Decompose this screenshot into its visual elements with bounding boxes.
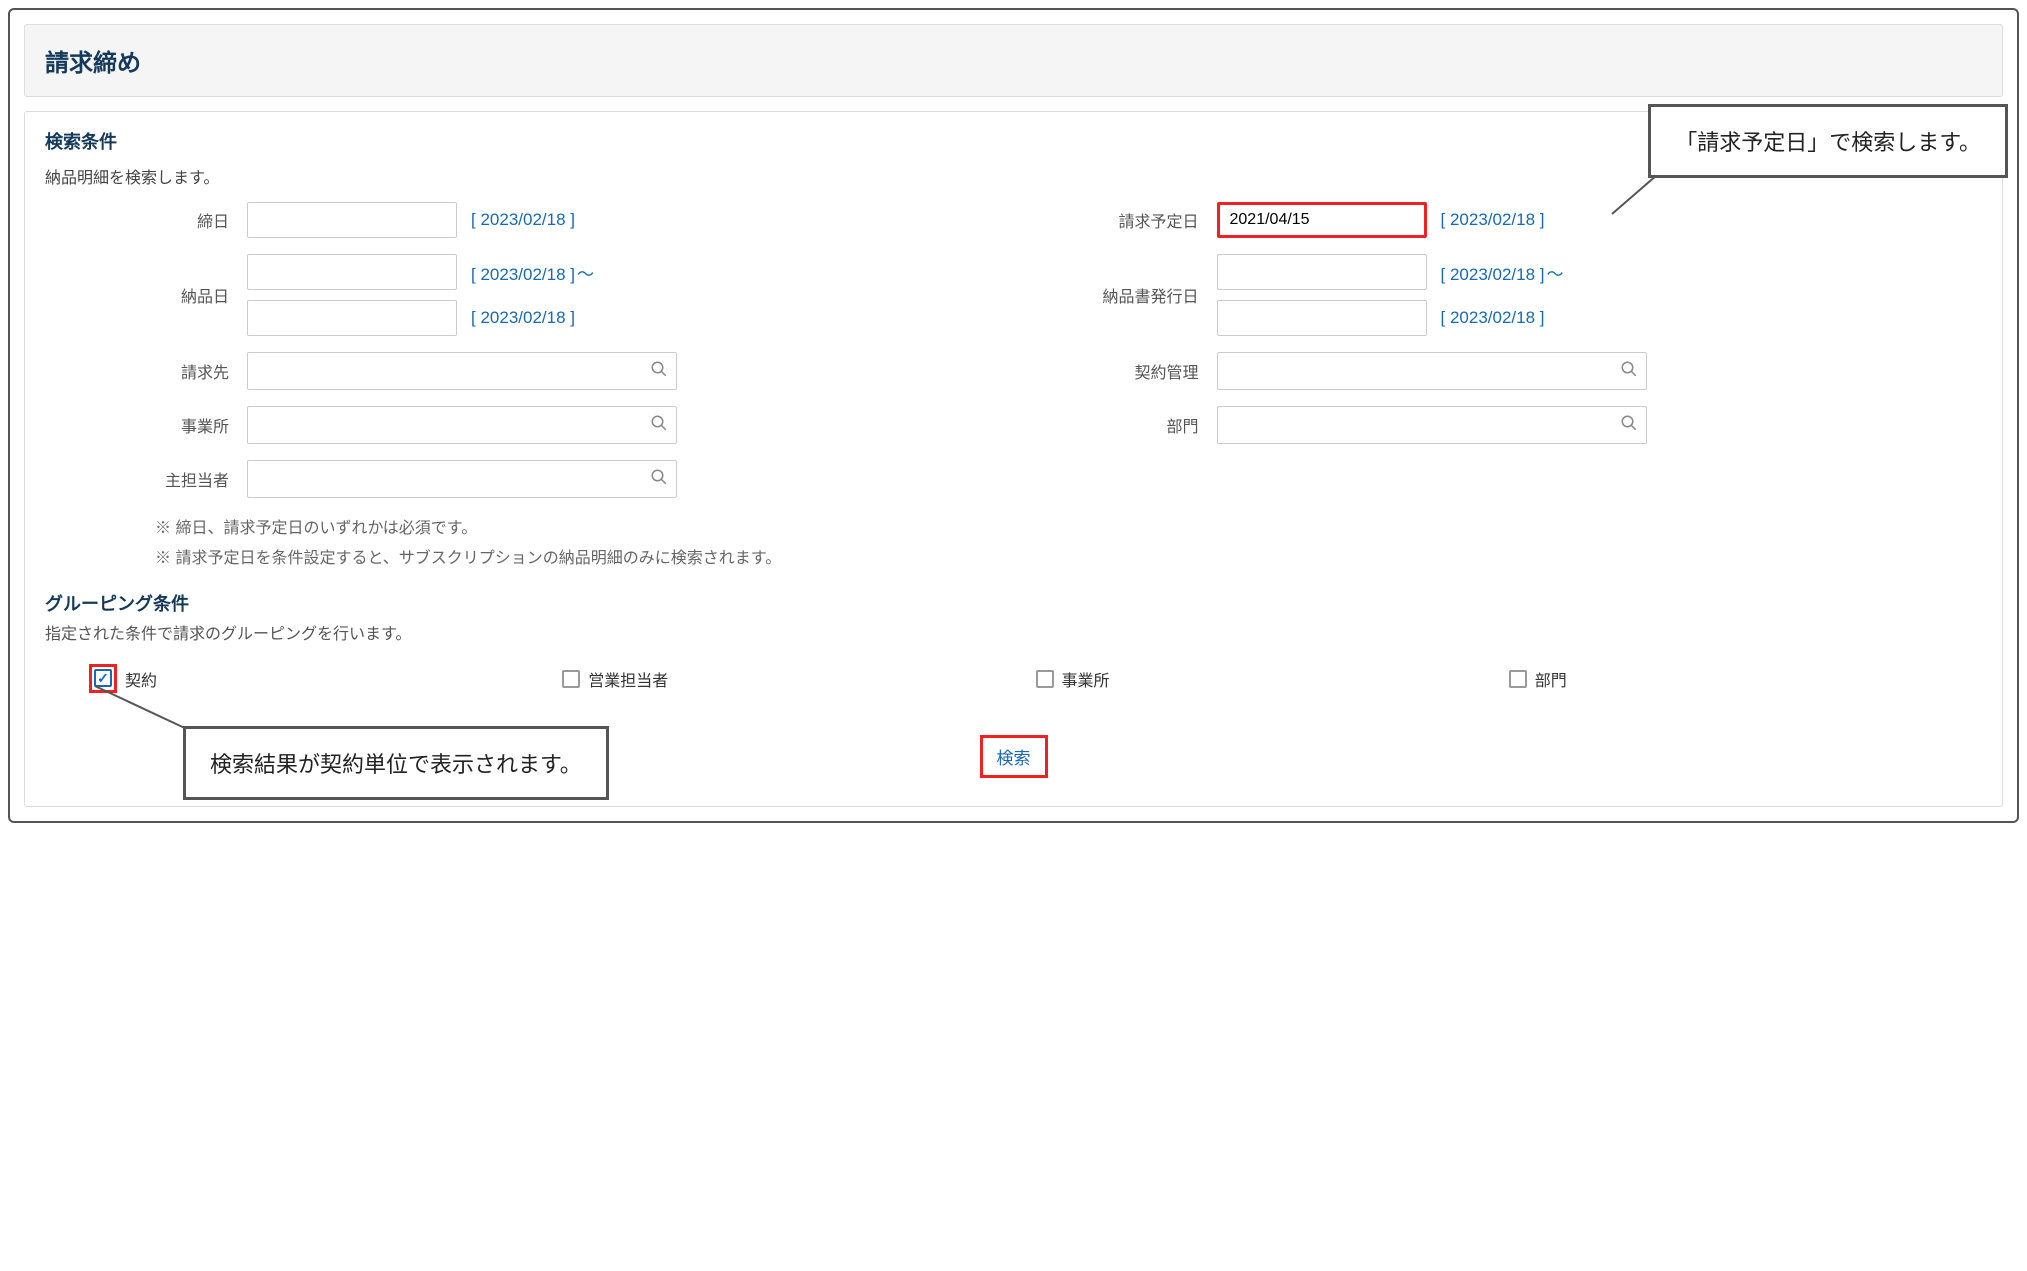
label-slip-issue-date: 納品書発行日 (1025, 283, 1205, 307)
scheduled-bill-date-input[interactable] (1217, 202, 1427, 238)
office-lookup[interactable] (247, 406, 677, 444)
search-icon[interactable] (650, 414, 668, 437)
delivery-date-from-input[interactable] (247, 254, 457, 290)
search-icon[interactable] (650, 468, 668, 491)
main-staff-input[interactable] (258, 470, 650, 488)
grouping-title: グルーピング条件 (45, 590, 1982, 616)
page-title: 請求締め (45, 43, 1982, 78)
slip-issue-to-input[interactable] (1217, 300, 1427, 336)
department-input[interactable] (1228, 416, 1620, 434)
title-bar: 請求締め (24, 24, 2003, 97)
search-icon[interactable] (1620, 414, 1638, 437)
checkbox-department[interactable] (1509, 670, 1527, 688)
checkbox-office[interactable] (1036, 670, 1054, 688)
grouping-description: 指定された条件で請求のグルーピングを行います。 (45, 620, 1982, 644)
closing-date-input[interactable] (247, 202, 457, 238)
label-main-staff: 主担当者 (45, 467, 235, 491)
search-button[interactable]: 検索 (983, 738, 1045, 775)
delivery-from-helper[interactable]: [ 2023/02/18 ]～ (471, 260, 594, 285)
slip-from-helper[interactable]: [ 2023/02/18 ]～ (1441, 260, 1564, 285)
contract-mgmt-lookup[interactable] (1217, 352, 1647, 390)
scheduled-bill-date-helper[interactable]: [ 2023/02/18 ] (1441, 210, 1545, 230)
search-icon[interactable] (1620, 360, 1638, 383)
contract-mgmt-input[interactable] (1228, 362, 1620, 380)
main-staff-lookup[interactable] (247, 460, 677, 498)
note-2: ※ 請求予定日を条件設定すると、サブスクリプションの納品明細のみに検索されます。 (155, 544, 1982, 568)
checkbox-sales-rep-label: 営業担当者 (588, 667, 668, 691)
checkbox-office-label: 事業所 (1062, 667, 1110, 691)
grouping-options: 契約 営業担当者 事業所 部門 (45, 664, 1982, 693)
department-lookup[interactable] (1217, 406, 1647, 444)
checkbox-sales-rep[interactable] (562, 670, 580, 688)
billing-to-input[interactable] (258, 362, 650, 380)
delivery-to-helper[interactable]: [ 2023/02/18 ] (471, 308, 575, 328)
checkbox-contract[interactable] (94, 669, 112, 687)
delivery-date-to-input[interactable] (247, 300, 457, 336)
checkbox-contract-label: 契約 (125, 667, 157, 691)
note-1: ※ 締日、請求予定日のいずれかは必須です。 (155, 514, 1982, 538)
label-delivery-date: 納品日 (45, 283, 235, 307)
slip-to-helper[interactable]: [ 2023/02/18 ] (1441, 308, 1545, 328)
checkbox-department-label: 部門 (1535, 667, 1567, 691)
app-frame: 請求締め 「請求予定日」で検索します。 検索条件 納品明細を検索します。 締日 … (8, 8, 2019, 823)
form-panel: 「請求予定日」で検索します。 検索条件 納品明細を検索します。 締日 [ 202… (24, 111, 2003, 807)
notes: ※ 締日、請求予定日のいずれかは必須です。 ※ 請求予定日を条件設定すると、サブ… (155, 514, 1982, 568)
closing-date-helper[interactable]: [ 2023/02/18 ] (471, 210, 575, 230)
label-department: 部門 (1025, 413, 1205, 437)
callout-scheduled-date: 「請求予定日」で検索します。 (1648, 104, 2008, 178)
label-office: 事業所 (45, 413, 235, 437)
label-scheduled-bill-date: 請求予定日 (1025, 208, 1205, 232)
office-input[interactable] (258, 416, 650, 434)
slip-issue-from-input[interactable] (1217, 254, 1427, 290)
billing-to-lookup[interactable] (247, 352, 677, 390)
search-form: 締日 [ 2023/02/18 ] 請求予定日 [ 2023/02/18 ] 納… (45, 202, 1982, 498)
callout-contract-grouping: 検索結果が契約単位で表示されます。 (183, 726, 609, 800)
label-billing-to: 請求先 (45, 359, 235, 383)
label-closing-date: 締日 (45, 208, 235, 232)
search-icon[interactable] (650, 360, 668, 383)
label-contract-mgmt: 契約管理 (1025, 359, 1205, 383)
